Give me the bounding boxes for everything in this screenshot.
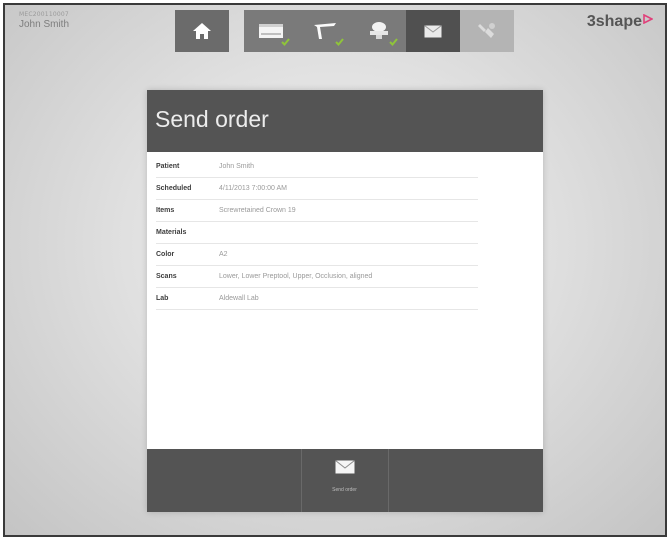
- tools-icon: [478, 23, 495, 38]
- order-summary: Patient John Smith Scheduled 4/11/2013 7…: [147, 152, 543, 310]
- summary-row-scans: Scans Lower, Lower Preptool, Upper, Occl…: [156, 266, 478, 288]
- summary-row-materials: Materials: [156, 222, 478, 244]
- home-button[interactable]: [175, 10, 229, 52]
- workflow-toolbar: [5, 10, 665, 52]
- logo-triangle-icon: [643, 14, 653, 24]
- send-order-dialog: Send order Patient John Smith Scheduled …: [147, 90, 543, 512]
- checkmark-icon: [335, 38, 344, 46]
- row-label: Scheduled: [156, 185, 192, 192]
- order-form-icon: [259, 24, 283, 38]
- home-icon: [193, 23, 211, 39]
- envelope-icon: [334, 460, 355, 474]
- send-order-step-button[interactable]: [406, 10, 460, 52]
- row-label: Color: [156, 251, 175, 258]
- summary-row-patient: Patient John Smith: [156, 156, 478, 178]
- scan-button[interactable]: [352, 10, 406, 52]
- summary-row-scheduled: Scheduled 4/11/2013 7:00:00 AM: [156, 178, 478, 200]
- row-value: A2: [219, 251, 228, 258]
- workflow-steps: [244, 10, 514, 52]
- checkmark-icon: [389, 38, 398, 46]
- dialog-title: Send order: [155, 106, 269, 132]
- send-order-label: Send order: [332, 487, 357, 493]
- row-label: Items: [156, 207, 175, 214]
- prepare-button[interactable]: [298, 10, 352, 52]
- row-label: Lab: [156, 295, 169, 302]
- row-value: John Smith: [219, 163, 255, 170]
- app-window: MEC200110007 John Smith 3shape Send orde…: [3, 3, 667, 537]
- order-form-button[interactable]: [244, 10, 298, 52]
- checkmark-icon: [281, 38, 290, 46]
- row-label: Materials: [156, 229, 187, 236]
- summary-row-lab: Lab Aldewall Lab: [156, 288, 478, 310]
- row-label: Scans: [156, 273, 177, 280]
- row-value: Lower, Lower Preptool, Upper, Occlusion,…: [219, 273, 373, 280]
- envelope-icon: [424, 24, 442, 37]
- row-label: Patient: [156, 163, 180, 170]
- summary-row-items: Items Screwretained Crown 19: [156, 200, 478, 222]
- summary-row-color: Color A2: [156, 244, 478, 266]
- logo-text: 3shape: [586, 13, 642, 30]
- footer-divider: [388, 449, 389, 512]
- row-value: 4/11/2013 7:00:00 AM: [219, 185, 287, 192]
- dialog-header: Send order: [147, 90, 543, 152]
- tools-button[interactable]: [460, 10, 514, 52]
- row-value: Screwretained Crown 19: [219, 207, 296, 214]
- row-value: Aldewall Lab: [219, 295, 259, 302]
- send-order-button[interactable]: Send order: [301, 449, 388, 512]
- dialog-footer: Send order: [147, 449, 543, 512]
- brand-logo: 3shape: [587, 13, 653, 31]
- scan-icon: [370, 22, 388, 39]
